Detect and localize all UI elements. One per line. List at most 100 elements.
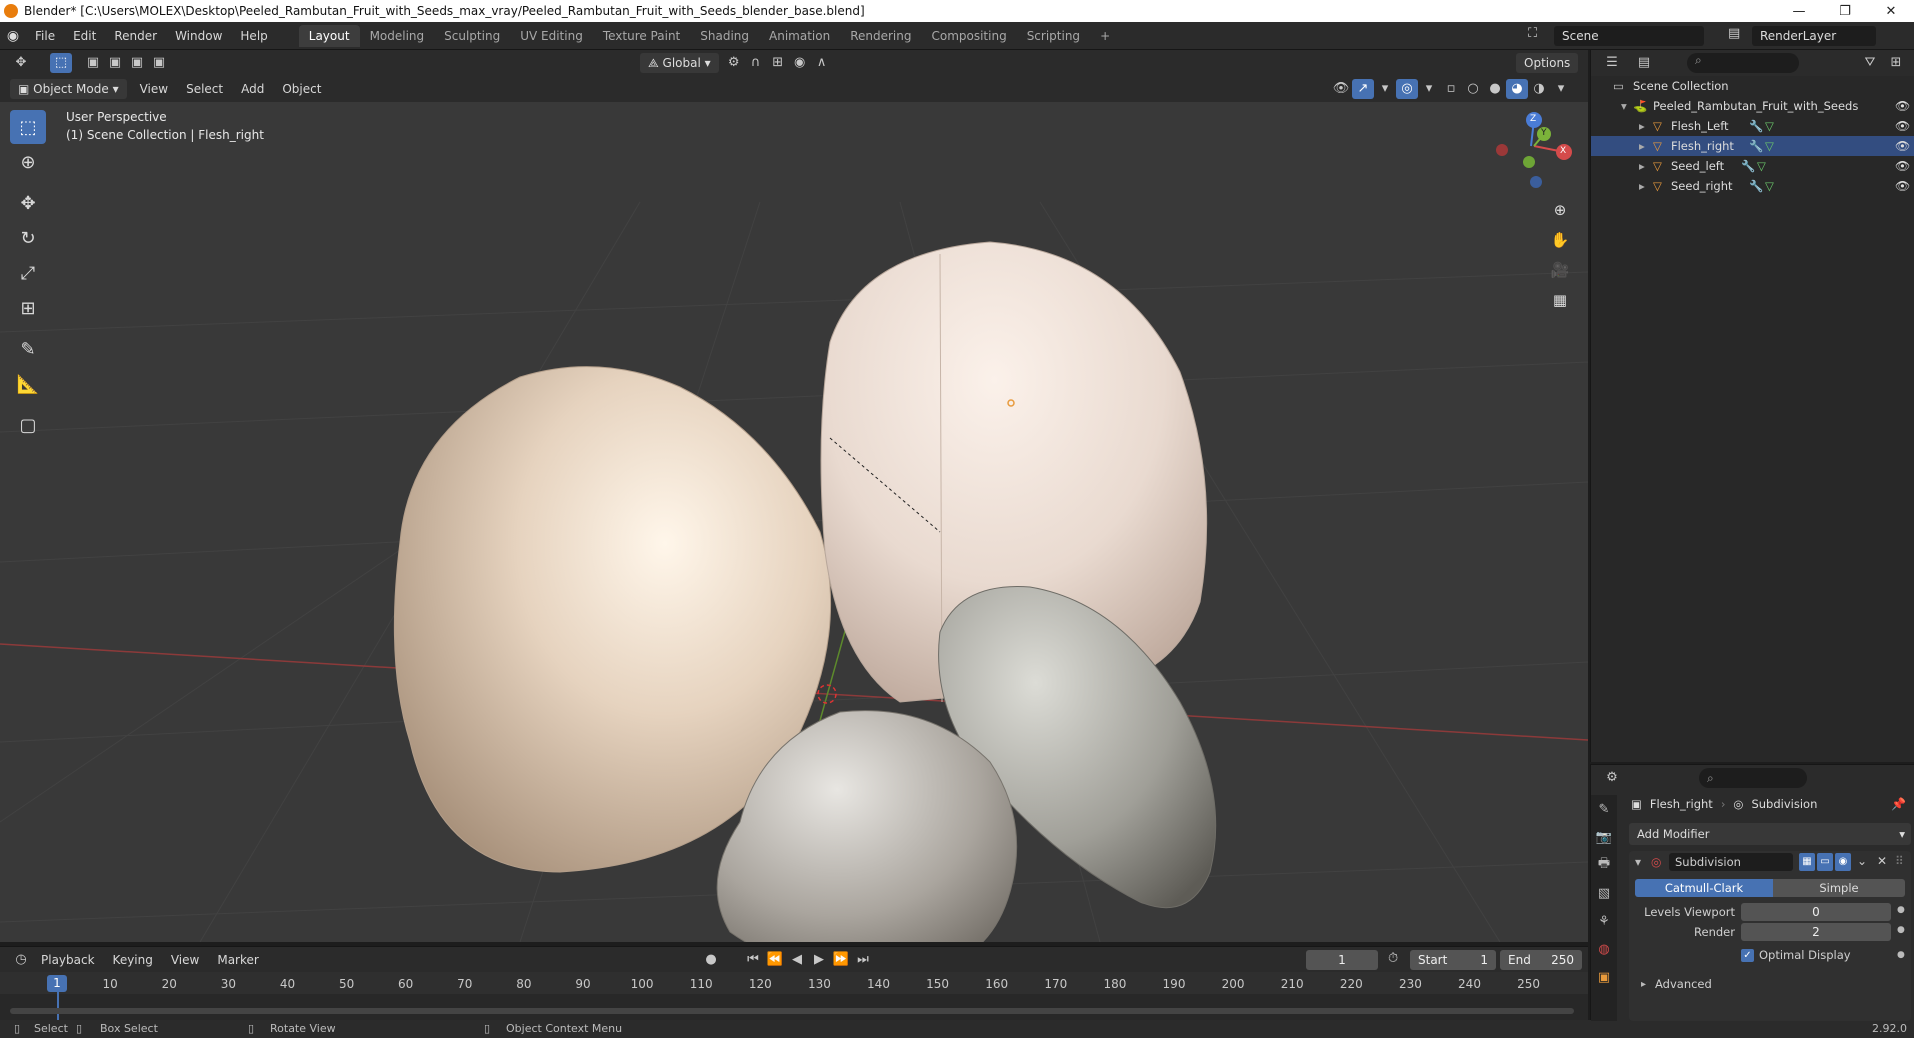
viewport-menu-view[interactable]: View xyxy=(131,75,177,103)
material-preview-icon[interactable]: ◕ xyxy=(1506,79,1528,99)
select-mode-extend-icon[interactable]: ▣ xyxy=(104,53,126,73)
visibility-icon[interactable]: 👁 xyxy=(1330,79,1352,99)
tab-scripting[interactable]: Scripting xyxy=(1017,25,1090,47)
object-mode-dropdown[interactable]: ▣ Object Mode ▾ xyxy=(10,79,127,99)
advanced-expand-icon[interactable]: ▸ xyxy=(1641,979,1646,990)
render-tab-icon[interactable]: 📷 xyxy=(1591,823,1617,851)
timeline-menu-keying[interactable]: Keying xyxy=(104,946,162,974)
keyframe-dot-icon[interactable]: ● xyxy=(1897,925,1905,935)
tab-animation[interactable]: Animation xyxy=(759,25,840,47)
tab-uv-editing[interactable]: UV Editing xyxy=(510,25,593,47)
viewport-toggle-icon[interactable]: ▭ xyxy=(1817,853,1833,871)
levels-viewport-field[interactable]: 0 xyxy=(1741,903,1891,921)
menu-render[interactable]: Render xyxy=(105,22,166,50)
menu-edit[interactable]: Edit xyxy=(64,22,105,50)
shading-dropdown-icon[interactable]: ▾ xyxy=(1550,79,1572,99)
tab-sculpting[interactable]: Sculpting xyxy=(434,25,510,47)
visibility-eye-icon[interactable]: 👁 xyxy=(1895,96,1910,116)
jump-start-icon[interactable]: ⏮ xyxy=(742,950,764,970)
play-icon[interactable]: ▶ xyxy=(808,950,830,970)
play-reverse-icon[interactable]: ◀ xyxy=(786,950,808,970)
select-mode-invert-icon[interactable]: ▣ xyxy=(148,53,170,73)
timeline-editor-icon[interactable]: ◷ xyxy=(10,950,32,970)
timeline-scrollbar[interactable] xyxy=(10,1008,1574,1014)
jump-end-icon[interactable]: ⏭ xyxy=(852,950,874,970)
snap-target-icon[interactable]: ⊞ xyxy=(767,53,789,73)
3d-viewport[interactable]: User Perspective (1) Scene Collection | … xyxy=(0,102,1588,942)
filter-icon[interactable]: ⛛ xyxy=(1859,53,1881,73)
render-toggle-icon[interactable]: ◉ xyxy=(1835,853,1851,871)
expand-arrow-icon[interactable]: ▸ xyxy=(1639,136,1645,156)
timeline-menu-playback[interactable]: Playback xyxy=(32,946,104,974)
tab-rendering[interactable]: Rendering xyxy=(840,25,921,47)
xray-icon[interactable]: ▫ xyxy=(1440,79,1462,99)
scene-name-field[interactable]: Scene xyxy=(1554,26,1704,46)
edit-mode-toggle-icon[interactable]: ▦ xyxy=(1799,853,1815,871)
world-tab-icon[interactable]: ◍ xyxy=(1591,935,1617,963)
new-collection-icon[interactable]: ⊞ xyxy=(1885,53,1907,73)
scene-icon[interactable]: ⛶ xyxy=(1528,26,1537,41)
visibility-eye-icon[interactable]: 👁 xyxy=(1895,156,1910,176)
falloff-icon[interactable]: ∧ xyxy=(811,53,833,73)
tab-shading[interactable]: Shading xyxy=(690,25,759,47)
tab-texture-paint[interactable]: Texture Paint xyxy=(593,25,690,47)
optimal-display-checkbox[interactable]: ✓ xyxy=(1741,949,1754,962)
transform-tool-icon[interactable]: ⊞ xyxy=(10,291,46,325)
object-tab-icon[interactable]: ▣ xyxy=(1591,963,1617,991)
simple-button[interactable]: Simple xyxy=(1773,879,1905,897)
tab-layout[interactable]: Layout xyxy=(298,24,360,47)
add-modifier-dropdown[interactable]: Add Modifier ▾ xyxy=(1629,823,1911,845)
options-dropdown[interactable]: Options xyxy=(1516,53,1579,73)
visibility-eye-icon[interactable]: 👁 xyxy=(1895,116,1910,136)
pan-view-icon[interactable]: ✋ xyxy=(1546,226,1574,254)
keyframe-dot-icon[interactable]: ● xyxy=(1897,950,1905,960)
select-tool-icon[interactable]: ⬚ xyxy=(50,53,72,73)
remove-modifier-icon[interactable]: ✕ xyxy=(1877,854,1887,868)
scene-tab-icon[interactable]: ⚘ xyxy=(1591,907,1617,935)
wireframe-shading-icon[interactable]: ○ xyxy=(1462,79,1484,99)
scale-tool-icon[interactable]: ⤢ xyxy=(10,256,46,290)
end-frame-field[interactable]: End 250 xyxy=(1500,950,1582,970)
gizmo-toggle-icon[interactable]: ↗ xyxy=(1352,79,1374,99)
select-mode-new-icon[interactable]: ▣ xyxy=(82,53,104,73)
output-tab-icon[interactable]: 🖶 xyxy=(1591,851,1617,879)
properties-search-field[interactable]: ⌕ xyxy=(1699,768,1807,788)
timeline-menu-marker[interactable]: Marker xyxy=(208,946,267,974)
drag-handle-icon[interactable]: ⠿ xyxy=(1895,854,1904,868)
outliner-row-object[interactable]: ▸ ▽ Flesh_Left 🔧 ▽ 👁 xyxy=(1591,116,1914,136)
proportional-edit-icon[interactable]: ◉ xyxy=(789,53,811,73)
camera-view-icon[interactable]: 🎥 xyxy=(1546,256,1574,284)
tab-compositing[interactable]: Compositing xyxy=(921,25,1016,47)
expand-arrow-icon[interactable]: ▸ xyxy=(1639,116,1645,136)
outliner-row-object[interactable]: ▸ ▽ Seed_left 🔧 ▽ 👁 xyxy=(1591,156,1914,176)
playhead-marker[interactable]: 1 xyxy=(47,975,67,992)
preview-range-icon[interactable]: ⏱ xyxy=(1388,951,1398,966)
renderlayer-icon[interactable]: ▤ xyxy=(1728,26,1740,41)
tool-tab-icon[interactable]: ✎ xyxy=(1591,795,1617,823)
pin-icon[interactable]: 📌 xyxy=(1891,797,1906,811)
blender-menu-icon[interactable]: ◉ xyxy=(0,28,26,44)
advanced-section-label[interactable]: Advanced xyxy=(1655,977,1712,991)
visibility-eye-icon[interactable]: 👁 xyxy=(1895,136,1910,156)
select-box-tool-icon[interactable]: ⬚ xyxy=(10,110,46,144)
editor-type-icon[interactable]: ✥ xyxy=(10,53,32,73)
snap-icon[interactable]: ∩ xyxy=(745,53,767,73)
outliner-search-field[interactable]: ⌕ xyxy=(1687,53,1799,73)
modifier-name-field[interactable]: Subdivision xyxy=(1669,853,1793,871)
menu-window[interactable]: Window xyxy=(166,22,231,50)
menu-help[interactable]: Help xyxy=(231,22,276,50)
expand-arrow-icon[interactable]: ▸ xyxy=(1639,156,1645,176)
expand-arrow-icon[interactable]: ▾ xyxy=(1621,96,1627,116)
measure-tool-icon[interactable]: 📐 xyxy=(10,367,46,401)
rotate-tool-icon[interactable]: ↻ xyxy=(10,221,46,255)
modifier-dropdown-icon[interactable]: ⌄ xyxy=(1857,854,1867,868)
move-tool-icon[interactable]: ✥ xyxy=(10,186,46,220)
record-icon[interactable]: ● xyxy=(700,950,722,970)
menu-file[interactable]: File xyxy=(26,22,64,50)
collapse-arrow-icon[interactable]: ▾ xyxy=(1635,855,1641,869)
view-layer-tab-icon[interactable]: ▧ xyxy=(1591,879,1617,907)
solid-shading-icon[interactable]: ● xyxy=(1484,79,1506,99)
maximize-button[interactable]: ❐ xyxy=(1822,0,1868,22)
add-workspace-button[interactable]: + xyxy=(1090,25,1120,47)
keyframe-dot-icon[interactable]: ● xyxy=(1897,905,1905,915)
